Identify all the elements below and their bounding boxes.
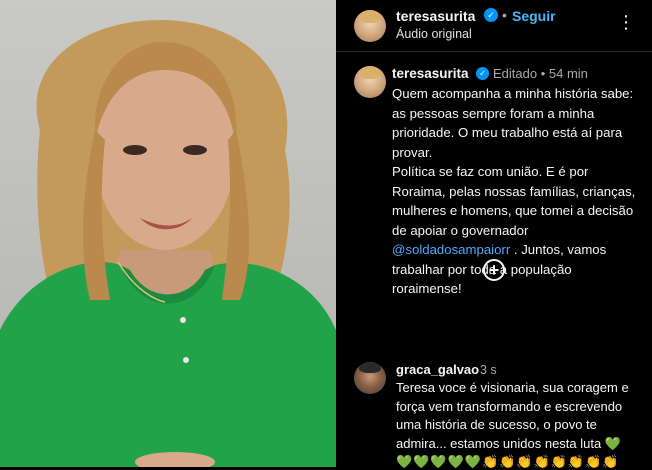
more-options-icon[interactable]: ⋮	[617, 12, 636, 33]
caption-meta: Editado • 54 min	[493, 66, 588, 81]
caption-username[interactable]: teresasurita	[392, 66, 469, 81]
add-plus-icon[interactable]: +	[483, 259, 505, 281]
caption-avatar[interactable]	[354, 66, 386, 98]
comment-time: 3 s	[480, 363, 497, 377]
header-separator: •	[502, 7, 507, 23]
mention-link[interactable]: @soldadosampaiorr	[392, 242, 510, 257]
verified-badge-icon: ✓	[484, 8, 498, 22]
header-username[interactable]: teresasurita	[396, 8, 475, 24]
avatar[interactable]	[354, 10, 386, 42]
caption-text: Quem acompanha a minha história sabe: as…	[392, 84, 644, 299]
post-viewer: teresasurita ✓ • Seguir Áudio original ⋮…	[0, 0, 652, 470]
post-side-panel: teresasurita ✓ • Seguir Áudio original ⋮…	[336, 0, 652, 470]
comment-username[interactable]: graca_galvao	[396, 362, 479, 377]
comment-emoji-row: 💚💚💚💚💚👏👏👏👏👏👏👏👏	[396, 454, 619, 470]
follow-button[interactable]: Seguir	[512, 8, 556, 24]
post-header: teresasurita ✓ • Seguir Áudio original ⋮	[336, 0, 652, 52]
verified-badge-icon: ✓	[476, 67, 489, 80]
caption-text-part1: Quem acompanha a minha história sabe: as…	[392, 86, 636, 238]
video-player[interactable]	[0, 0, 336, 467]
commenter-avatar[interactable]	[354, 362, 386, 394]
comment-text: Teresa voce é visionaria, sua coragem e …	[396, 380, 629, 451]
video-frame-illustration	[0, 20, 336, 467]
audio-label[interactable]: Áudio original	[396, 27, 472, 41]
